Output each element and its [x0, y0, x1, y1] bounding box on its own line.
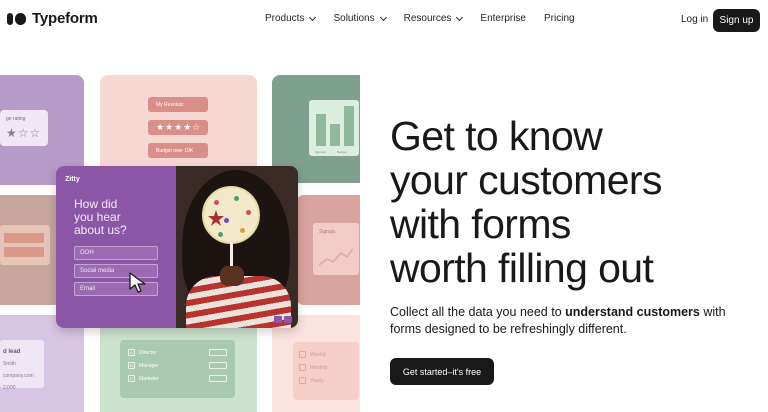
form-photo	[176, 166, 298, 328]
photo-hand	[220, 266, 244, 286]
form-option: OOH	[74, 246, 158, 260]
sprinkle	[234, 196, 239, 201]
chart-label: Budget	[337, 150, 347, 154]
form-question-panel: Zitty How did you hear about us? OOH Soc…	[56, 166, 176, 328]
hero-title: Get to know your customers with forms wo…	[390, 114, 760, 290]
hero-title-line: worth filling out	[390, 245, 654, 291]
nav-products[interactable]: Products	[265, 13, 317, 24]
hero-title-line: with forms	[390, 201, 571, 247]
get-started-button[interactable]: Get started–it's free	[390, 358, 494, 385]
nav-solutions-label: Solutions	[333, 13, 375, 24]
main-nav: Products Solutions Resources Enterprise …	[265, 13, 593, 24]
lead-title: d lead	[3, 349, 21, 355]
frequency-label: Weekly	[310, 351, 327, 358]
lead-line: Smith	[3, 361, 16, 367]
subtitle-start: Collect all the data you need to	[390, 305, 566, 319]
nav-enterprise-label: Enterprise	[480, 13, 526, 24]
form-question: How did you hear about us?	[74, 198, 127, 237]
hero-subtitle: Collect all the data you need to underst…	[390, 304, 740, 338]
choice-key: C	[128, 375, 135, 382]
sprinkle	[214, 200, 219, 205]
hero-collage: ge rating ★☆☆ My Revolutz ★★★★☆ Budget o…	[0, 75, 360, 412]
choice-label: Manager	[139, 362, 159, 369]
prev-icon	[274, 316, 282, 323]
chart-label: Signups	[315, 150, 326, 154]
nav-resources[interactable]: Resources	[403, 13, 464, 24]
signup-button[interactable]: Sign up	[713, 9, 760, 32]
star-icon: ★★★★☆	[156, 122, 202, 132]
pill-label: My Revolutz	[156, 101, 184, 108]
list-row	[4, 233, 44, 243]
lead-card: d lead Smith company.com 2,000	[0, 340, 44, 391]
chart-bar	[344, 106, 354, 146]
choice-row: C Marketer	[128, 372, 227, 385]
line-chart-icon	[319, 248, 353, 266]
chart-bar	[330, 124, 340, 146]
hero-title-line: Get to know	[390, 113, 603, 159]
chevron-down-icon	[309, 13, 317, 21]
choice-key: B	[128, 362, 135, 369]
rating-card: ge rating ★☆☆	[0, 110, 48, 146]
pink-pill: My Revolutz	[148, 97, 208, 112]
star-icon	[208, 210, 224, 226]
choice-key: A	[128, 349, 135, 356]
chevron-down-icon	[379, 13, 387, 21]
chart-bar	[316, 114, 326, 146]
pink-pill: Budget over 10K	[148, 143, 208, 158]
frequency-row: Yearly	[299, 374, 353, 387]
checkbox-icon	[299, 351, 306, 358]
frequency-row: Weekly	[299, 348, 353, 361]
subtitle-bold: understand customers	[565, 305, 700, 319]
brand-logo[interactable]: Typeform	[7, 10, 98, 27]
chevron-down-icon	[456, 13, 464, 21]
login-link[interactable]: Log in	[681, 14, 708, 25]
star-icon: ★☆☆	[6, 126, 42, 140]
nav-solutions[interactable]: Solutions	[333, 13, 387, 24]
checkbox-icon	[299, 364, 306, 371]
frequency-label: Yearly	[310, 377, 324, 384]
frequency-row: Monthly	[299, 361, 353, 374]
choice-card: A Director B Manager C Marketer	[120, 340, 235, 398]
lead-line: 2,000	[3, 385, 16, 391]
sprinkle	[224, 218, 229, 223]
form-brand: Zitty	[65, 176, 80, 183]
nav-enterprise[interactable]: Enterprise	[480, 13, 526, 24]
lollipop-image	[202, 186, 260, 244]
nav-products-label: Products	[265, 13, 305, 24]
next-icon	[284, 316, 292, 323]
checkbox-icon	[299, 377, 306, 384]
form-preview-card: Zitty How did you hear about us? OOH Soc…	[56, 166, 298, 328]
choice-box	[209, 349, 227, 356]
hero-title-line: your customers	[390, 157, 662, 203]
choice-row: B Manager	[128, 359, 227, 372]
rating-card-label: ge rating	[6, 116, 26, 122]
choice-box	[209, 362, 227, 369]
cursor-icon	[129, 272, 146, 293]
list-card	[0, 225, 50, 265]
logo-icon	[7, 12, 26, 25]
nav-pricing[interactable]: Pricing	[544, 13, 575, 24]
form-nav-buttons	[274, 316, 292, 323]
signals-card: Signals	[313, 223, 359, 275]
site-header: Typeform Products Solutions Resources En…	[0, 0, 768, 40]
question-line: about us?	[74, 223, 127, 237]
sprinkle	[218, 232, 223, 237]
choice-label: Marketer	[139, 375, 159, 382]
mini-chart-card: Signups Budget	[309, 100, 359, 156]
nav-resources-label: Resources	[403, 13, 452, 24]
frequency-label: Monthly	[310, 364, 328, 371]
sprinkle	[246, 210, 251, 215]
pink-pill: ★★★★☆	[148, 120, 208, 135]
choice-label: Director	[139, 349, 157, 356]
list-row	[4, 247, 44, 257]
sprinkle	[240, 228, 245, 233]
pill-label: Budget over 10K	[156, 147, 194, 154]
choice-box	[209, 375, 227, 382]
brand-name: Typeform	[32, 10, 98, 27]
signals-label: Signals	[319, 229, 336, 235]
choice-row: A Director	[128, 346, 227, 359]
frequency-card: Weekly Monthly Yearly	[293, 342, 359, 400]
nav-pricing-label: Pricing	[544, 13, 575, 24]
lead-line: company.com	[3, 373, 34, 379]
